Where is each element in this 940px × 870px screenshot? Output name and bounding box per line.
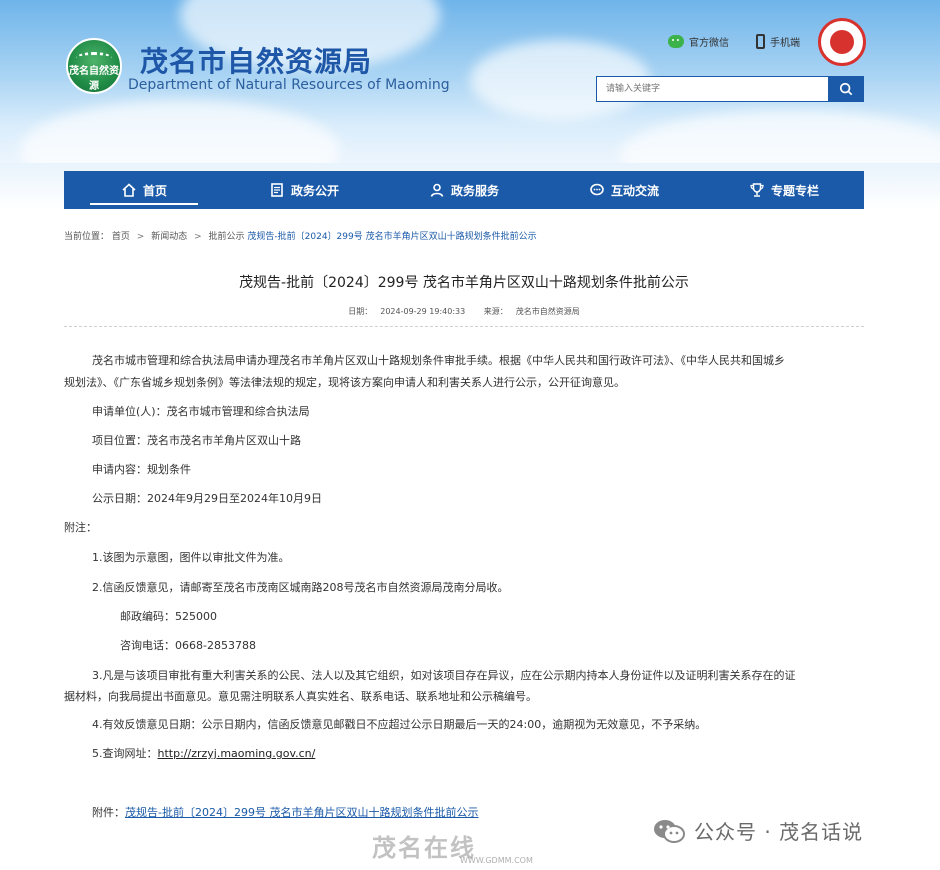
note-2: 2.信函反馈意见，请邮寄至茂名市茂南区城南路208号茂名市自然资源局茂南分局收。 bbox=[92, 581, 509, 594]
main-nav: 首页 政务公开 政务服务 互动交流 专题专栏 bbox=[64, 171, 864, 209]
nav-gov-affairs[interactable]: 政务公开 bbox=[224, 171, 384, 209]
gdmm-watermark: 茂名在线 WWW.GDMM.COM bbox=[372, 826, 572, 866]
search-button[interactable] bbox=[828, 76, 864, 102]
page: 茂名自然资源 茂名市自然资源局 Department of Natural Re… bbox=[0, 0, 940, 870]
breadcrumb: 当前位置： 首页 > 新闻动态 > 批前公示 茂规告-批前〔2024〕299号 … bbox=[64, 229, 537, 242]
search-icon bbox=[839, 82, 853, 96]
logo-text: 茂名自然资源 bbox=[69, 66, 119, 92]
mobile-link[interactable]: 手机端 bbox=[756, 34, 800, 49]
article-title: 茂规告-批前〔2024〕299号 茂名市羊角片区双山十路规划条件批前公示 bbox=[239, 275, 689, 291]
note-1: 1.该图为示意图，图件以审批文件为准。 bbox=[92, 551, 290, 564]
nav-gov-services[interactable]: 政务服务 bbox=[384, 171, 544, 209]
breadcrumb-current[interactable]: 茂规告-批前〔2024〕299号 茂名市羊角片区双山十路规划条件批前公示 bbox=[247, 232, 536, 242]
applicant: 申请单位(人)：茂名市城市管理和综合执法局 bbox=[92, 405, 310, 418]
nav-gov-services-label: 政务服务 bbox=[450, 183, 499, 198]
weixin-watermark: 公众号 · 茂名话说 bbox=[652, 816, 863, 845]
query-url-link[interactable]: http://zrzyj.maoming.gov.cn/ bbox=[158, 747, 316, 760]
intro-line-2: 规划法》、《广东省城乡规划条例》等法律法规的规定，现将该方案向申请人和利害关系人… bbox=[64, 376, 625, 389]
project-location: 项目位置：茂名市茂名市羊角片区双山十路 bbox=[92, 434, 301, 447]
document-icon bbox=[271, 183, 283, 197]
nav-home[interactable]: 首页 bbox=[64, 171, 224, 209]
consult-phone: 咨询电话：0668-2853788 bbox=[120, 639, 256, 652]
divider bbox=[64, 326, 864, 327]
nav-home-label: 首页 bbox=[142, 183, 167, 198]
nav-gov-affairs-label: 政务公开 bbox=[290, 183, 339, 198]
gdmm-watermark-url: WWW.GDMM.COM bbox=[460, 856, 533, 865]
weixin-watermark-text: 公众号 · 茂名话说 bbox=[694, 820, 864, 844]
site-title[interactable]: 茂名市自然资源局 bbox=[140, 40, 372, 80]
attachment-link[interactable]: 茂规告-批前〔2024〕299号 茂名市羊角片区双山十路规划条件批前公示 bbox=[125, 806, 478, 819]
wechat-icon bbox=[668, 35, 684, 48]
phone-icon bbox=[756, 34, 765, 49]
service-person-icon bbox=[430, 183, 444, 197]
breadcrumb-separator: > bbox=[136, 232, 145, 242]
chat-icon bbox=[590, 183, 604, 196]
article-source: 茂名市自然资源局 bbox=[515, 307, 580, 316]
application-content: 申请内容：规划条件 bbox=[92, 463, 191, 476]
cloud-decoration bbox=[620, 110, 940, 165]
note-5-label: 5.查询网址： bbox=[92, 747, 158, 760]
breadcrumb-separator: > bbox=[194, 232, 202, 242]
site-subtitle: Department of Natural Resources of Maomi… bbox=[128, 77, 450, 93]
search-input[interactable] bbox=[596, 76, 828, 102]
nav-special-topics-label: 专题专栏 bbox=[770, 183, 819, 198]
cloud-decoration bbox=[20, 100, 340, 165]
note-3-line-1: 3.凡是与该项目审批有重大利害关系的公民、法人以及其它组织，如对该项目存在异议，… bbox=[92, 669, 796, 682]
source-label: 来源： bbox=[483, 307, 508, 316]
attachment-label: 附件： bbox=[92, 806, 125, 819]
wechat-icon bbox=[654, 819, 685, 843]
breadcrumb-news[interactable]: 新闻动态 bbox=[151, 232, 187, 242]
breadcrumb-home[interactable]: 首页 bbox=[112, 232, 130, 242]
nav-interaction[interactable]: 互动交流 bbox=[544, 171, 704, 209]
note-4: 4.有效反馈意见日期：公示日期内，信函反馈意见邮戳日不应超过公示日期最后一天的2… bbox=[92, 718, 707, 731]
breadcrumb-label: 当前位置： bbox=[64, 232, 110, 242]
notes-label: 附注： bbox=[64, 521, 97, 534]
public-period: 公示日期：2024年9月29日至2024年10月9日 bbox=[92, 492, 322, 505]
site-logo[interactable]: 茂名自然资源 bbox=[66, 38, 122, 94]
wechat-label: 官方微信 bbox=[689, 38, 729, 49]
note-5: 5.查询网址：http://zrzyj.maoming.gov.cn/ bbox=[92, 743, 315, 765]
note-3-line-2: 据材料，向我局提出书面意见。意见需注明联系人真实姓名、联系电话、联系地址和公示稿… bbox=[64, 690, 537, 703]
trophy-icon bbox=[750, 183, 764, 197]
intro-line-1: 茂名市城市管理和综合执法局申请办理茂名市羊角片区双山十路规划条件审批手续。根据《… bbox=[92, 354, 785, 367]
postcode: 邮政编码：525000 bbox=[120, 610, 217, 623]
article-date: 2024-09-29 19:40:33 bbox=[380, 307, 466, 316]
attachment: 附件：茂规告-批前〔2024〕299号 茂名市羊角片区双山十路规划条件批前公示 bbox=[92, 802, 478, 824]
nav-interaction-label: 互动交流 bbox=[610, 183, 659, 198]
wechat-link[interactable]: 官方微信 bbox=[668, 34, 729, 49]
seal-logo-icon bbox=[818, 18, 866, 66]
home-icon bbox=[122, 183, 136, 197]
mobile-label: 手机端 bbox=[770, 38, 800, 49]
article-meta: 日期： 2024-09-29 19:40:33 来源： 茂名市自然资源局 bbox=[64, 306, 864, 317]
nav-special-topics[interactable]: 专题专栏 bbox=[704, 171, 864, 209]
date-label: 日期： bbox=[348, 307, 373, 316]
breadcrumb-pre-approval[interactable]: 批前公示 bbox=[209, 232, 245, 242]
site-header: 茂名自然资源 茂名市自然资源局 Department of Natural Re… bbox=[0, 0, 940, 165]
